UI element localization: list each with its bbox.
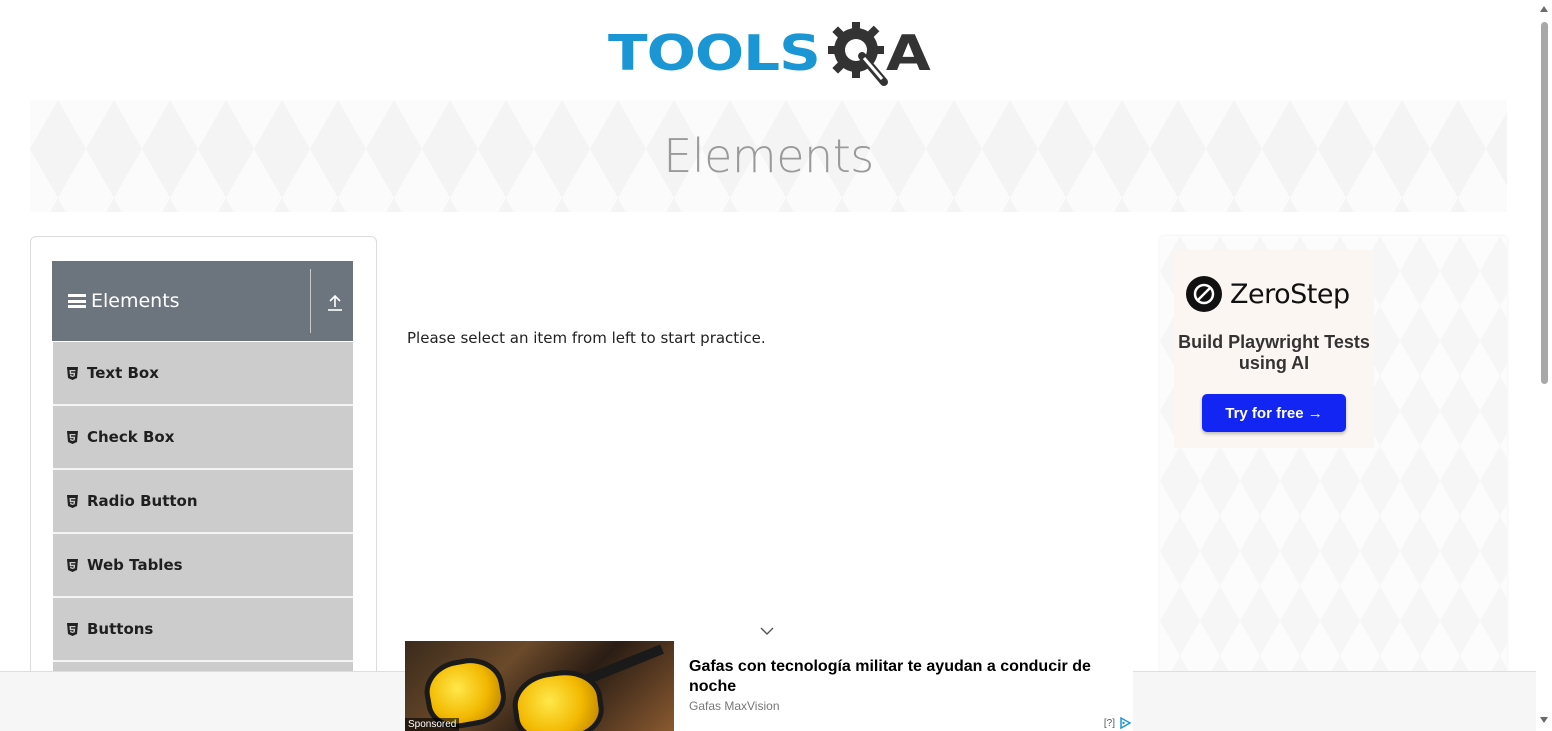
sidebar-item-label: Text Box xyxy=(87,364,159,382)
sidebar-menu: Text Box Check Box Radio Button Web Tabl… xyxy=(53,342,353,726)
ad-info-label[interactable]: [?] xyxy=(1104,718,1115,729)
sidebar-item-text-box[interactable]: Text Box xyxy=(53,342,353,406)
adchoices-icon[interactable] xyxy=(1119,717,1131,729)
ad-info[interactable]: [?] xyxy=(1104,717,1131,729)
header-divider xyxy=(310,269,311,333)
logo-tools-text: TOOLS xyxy=(608,24,821,82)
sidebar-item-label: Radio Button xyxy=(87,492,198,510)
zerostep-tagline: Build Playwright Tests using AI xyxy=(1178,332,1370,373)
ad-image[interactable]: Sponsored xyxy=(405,641,674,731)
upload-icon[interactable] xyxy=(327,294,343,312)
html5-icon xyxy=(67,430,79,444)
scroll-up-arrow-icon[interactable] xyxy=(1540,6,1548,12)
zerostep-ad-card[interactable]: ZeroStep Build Playwright Tests using AI… xyxy=(1174,250,1374,448)
html5-icon xyxy=(67,558,79,572)
zerostep-logo-icon xyxy=(1186,276,1222,312)
html5-icon xyxy=(67,622,79,636)
gear-magnifier-icon xyxy=(827,22,888,86)
sidebar: Elements Text Box Check Box Radio Button… xyxy=(30,236,377,731)
try-for-free-button[interactable]: Try for free → xyxy=(1202,394,1346,432)
sidebar-group-label: Elements xyxy=(91,290,180,312)
page-scrollbar[interactable] xyxy=(1537,0,1552,731)
scroll-thumb[interactable] xyxy=(1541,22,1548,384)
practice-message: Please select an item from left to start… xyxy=(407,329,766,347)
zerostep-ad: ZeroStep Build Playwright Tests using AI… xyxy=(1160,236,1507,676)
scroll-down-arrow-icon[interactable] xyxy=(1540,717,1548,723)
ad-source: Gafas MaxVision xyxy=(689,699,780,713)
sidebar-group-elements[interactable]: Elements xyxy=(52,261,353,341)
bottom-ad[interactable]: Sponsored Gafas con tecnología militar t… xyxy=(405,641,1133,731)
sidebar-item-label: Buttons xyxy=(87,620,154,638)
page: TOOLS A Elements Elements Text Box Check… xyxy=(0,0,1552,731)
sponsored-label: Sponsored xyxy=(405,718,460,731)
page-banner: Elements xyxy=(30,100,1507,212)
toolsqa-logo[interactable]: TOOLS A xyxy=(608,14,938,92)
sidebar-item-buttons[interactable]: Buttons xyxy=(53,598,353,662)
html5-icon xyxy=(67,494,79,508)
logo-a-text: A xyxy=(885,24,931,82)
logo-qa: A xyxy=(822,16,931,90)
sidebar-item-label: Check Box xyxy=(87,428,175,446)
chevron-down-icon[interactable] xyxy=(760,626,774,636)
sidebar-item-check-box[interactable]: Check Box xyxy=(53,406,353,470)
sidebar-item-label: Web Tables xyxy=(87,556,183,574)
sidebar-item-radio-button[interactable]: Radio Button xyxy=(53,470,353,534)
ad-headline[interactable]: Gafas con tecnología militar te ayudan a… xyxy=(689,657,1109,697)
html5-icon xyxy=(67,366,79,380)
page-title: Elements xyxy=(663,129,874,183)
hamburger-icon xyxy=(68,294,86,308)
zerostep-brand: ZeroStep xyxy=(1186,276,1350,312)
zerostep-name: ZeroStep xyxy=(1230,278,1350,310)
sidebar-item-web-tables[interactable]: Web Tables xyxy=(53,534,353,598)
